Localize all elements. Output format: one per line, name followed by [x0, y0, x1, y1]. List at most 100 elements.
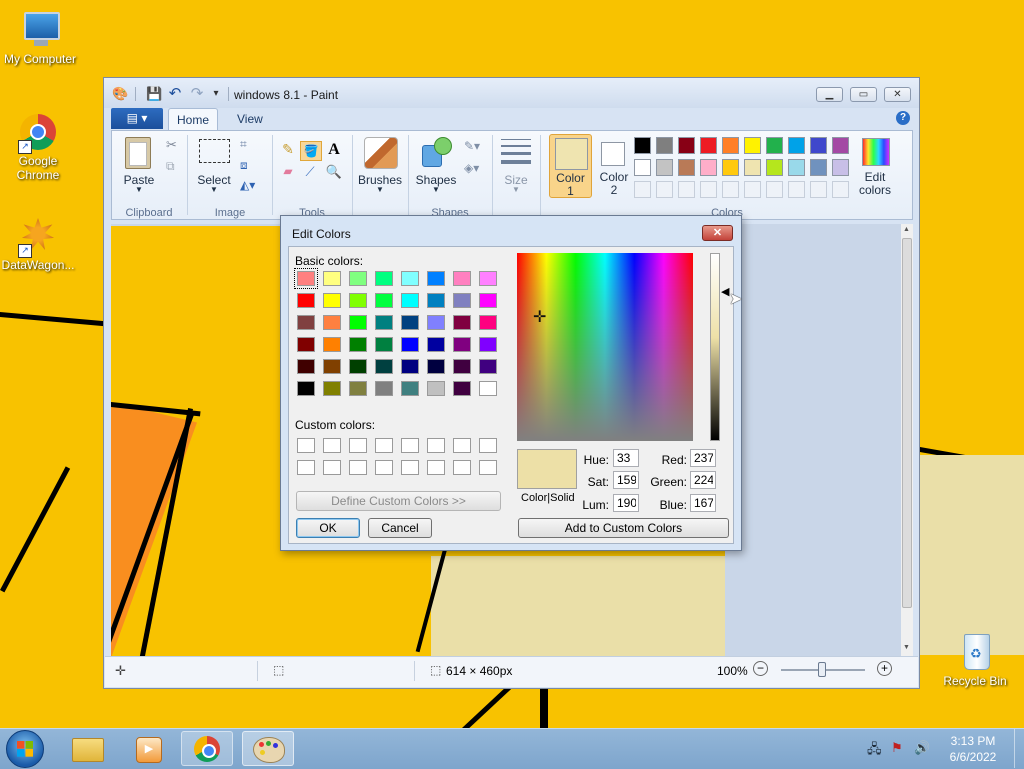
custom-color-swatch[interactable]	[323, 460, 341, 475]
maximize-button[interactable]: ▭	[850, 87, 877, 102]
show-desktop-button[interactable]	[1014, 729, 1024, 768]
palette-empty-swatch[interactable]	[634, 181, 651, 198]
palette-swatch[interactable]	[678, 137, 695, 154]
edit-colors-button[interactable]: Edit colors	[856, 134, 894, 198]
basic-color-swatch[interactable]	[479, 293, 497, 308]
basic-color-swatch[interactable]	[349, 359, 367, 374]
color-spectrum[interactable]	[517, 253, 693, 441]
brushes-button[interactable]: Brushes ▼	[356, 133, 404, 197]
text-icon[interactable]: A	[324, 141, 344, 161]
palette-swatch[interactable]	[788, 159, 805, 176]
ok-button[interactable]: OK	[296, 518, 360, 538]
basic-color-swatch[interactable]	[375, 315, 393, 330]
custom-color-swatch[interactable]	[297, 460, 315, 475]
custom-color-swatch[interactable]	[349, 438, 367, 453]
custom-color-swatch[interactable]	[453, 460, 471, 475]
basic-color-swatch[interactable]	[479, 271, 497, 286]
zoom-out-icon[interactable]: −	[753, 661, 768, 676]
palette-empty-swatch[interactable]	[810, 181, 827, 198]
palette-swatch[interactable]	[788, 137, 805, 154]
basic-color-swatch[interactable]	[323, 337, 341, 352]
basic-color-swatch[interactable]	[479, 315, 497, 330]
custom-color-swatch[interactable]	[323, 438, 341, 453]
basic-color-swatch[interactable]	[375, 337, 393, 352]
select-button[interactable]: Select ▼	[194, 133, 234, 197]
custom-color-swatch[interactable]	[375, 460, 393, 475]
blue-input[interactable]	[690, 494, 716, 512]
palette-swatch[interactable]	[634, 159, 651, 176]
network-icon[interactable]: 🖧	[867, 740, 882, 762]
basic-color-swatch[interactable]	[427, 359, 445, 374]
basic-color-swatch[interactable]	[297, 381, 315, 396]
basic-color-swatch[interactable]	[427, 381, 445, 396]
palette-swatch[interactable]	[656, 137, 673, 154]
define-custom-colors-button[interactable]: Define Custom Colors >>	[296, 491, 501, 511]
customize-quick-access-icon[interactable]: ▾	[208, 86, 224, 102]
basic-color-swatch[interactable]	[349, 337, 367, 352]
basic-color-swatch[interactable]	[453, 359, 471, 374]
basic-color-swatch-selected[interactable]	[294, 268, 318, 289]
palette-swatch[interactable]	[700, 137, 717, 154]
color1-button[interactable]: Color 1	[549, 134, 592, 198]
palette-swatch[interactable]	[634, 137, 651, 154]
palette-empty-swatch[interactable]	[678, 181, 695, 198]
basic-color-swatch[interactable]	[375, 359, 393, 374]
basic-color-swatch[interactable]	[297, 359, 315, 374]
basic-color-swatch[interactable]	[323, 359, 341, 374]
palette-empty-swatch[interactable]	[656, 181, 673, 198]
custom-color-swatch[interactable]	[427, 438, 445, 453]
palette-swatch[interactable]	[744, 159, 761, 176]
cut-icon[interactable]: ✂	[166, 137, 177, 153]
palette-swatch[interactable]	[722, 137, 739, 154]
palette-swatch[interactable]	[832, 137, 849, 154]
basic-color-swatch[interactable]	[453, 271, 471, 286]
palette-swatch[interactable]	[832, 159, 849, 176]
vertical-scrollbar[interactable]: ▲ ▼	[901, 224, 913, 656]
paste-button[interactable]: Paste ▼	[116, 133, 162, 197]
custom-color-swatch[interactable]	[297, 438, 315, 453]
custom-color-swatch[interactable]	[479, 438, 497, 453]
palette-swatch[interactable]	[722, 159, 739, 176]
palette-swatch[interactable]	[810, 159, 827, 176]
basic-color-swatch[interactable]	[479, 337, 497, 352]
size-button[interactable]: Size ▼	[498, 133, 534, 197]
help-icon[interactable]: ?	[896, 111, 910, 125]
desktop-icon-my-computer[interactable]: My Computer	[0, 10, 80, 66]
minimize-button[interactable]: ▁	[816, 87, 843, 102]
custom-color-swatch[interactable]	[401, 438, 419, 453]
taskbar-chrome[interactable]	[181, 731, 233, 766]
rotate-icon[interactable]: ◭▾	[240, 178, 255, 192]
shapes-button[interactable]: Shapes ▼	[412, 133, 460, 197]
basic-color-swatch[interactable]	[375, 381, 393, 396]
hue-input[interactable]	[613, 449, 639, 467]
palette-empty-swatch[interactable]	[700, 181, 717, 198]
palette-swatch[interactable]	[678, 159, 695, 176]
palette-swatch[interactable]	[766, 137, 783, 154]
action-center-icon[interactable]: ⚑	[891, 740, 903, 756]
basic-color-swatch[interactable]	[375, 271, 393, 286]
tab-view[interactable]: View	[229, 108, 271, 130]
custom-color-swatch[interactable]	[401, 460, 419, 475]
save-icon[interactable]: 💾	[146, 86, 162, 102]
scroll-thumb[interactable]	[902, 238, 912, 608]
clock-date[interactable]: 6/6/2022	[940, 750, 1006, 764]
basic-color-swatch[interactable]	[401, 315, 419, 330]
custom-color-swatch[interactable]	[349, 460, 367, 475]
basic-color-swatch[interactable]	[323, 381, 341, 396]
palette-swatch[interactable]	[766, 159, 783, 176]
palette-empty-swatch[interactable]	[744, 181, 761, 198]
taskbar-paint[interactable]	[242, 731, 294, 766]
basic-color-swatch[interactable]	[401, 271, 419, 286]
scroll-up-icon[interactable]: ▲	[903, 226, 910, 233]
basic-color-swatch[interactable]	[453, 381, 471, 396]
cancel-button[interactable]: Cancel	[368, 518, 432, 538]
red-input[interactable]	[690, 449, 716, 467]
custom-color-swatch[interactable]	[479, 460, 497, 475]
taskbar-explorer[interactable]	[62, 731, 114, 766]
basic-color-swatch[interactable]	[297, 293, 315, 308]
pencil-icon[interactable]: ✎	[278, 141, 298, 161]
desktop-icon-datawagon[interactable]: ↗ DataWagon...	[0, 216, 78, 272]
color-picker-icon[interactable]: ⟋	[300, 164, 320, 184]
zoom-slider-thumb[interactable]	[818, 662, 826, 677]
palette-swatch[interactable]	[810, 137, 827, 154]
